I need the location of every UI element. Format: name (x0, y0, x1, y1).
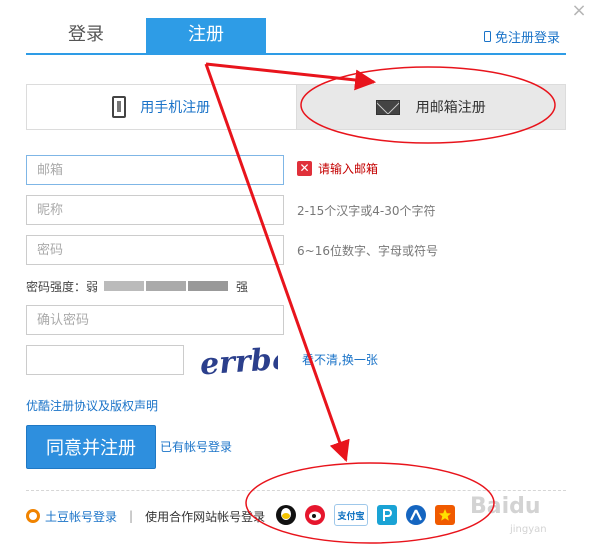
tab-register[interactable]: 注册 (146, 18, 266, 54)
agreement-link[interactable]: 优酷注册协议及版权声明 (26, 397, 158, 414)
tudou-login-link[interactable]: 土豆帐号登录 (45, 508, 117, 525)
close-icon[interactable]: × (570, 2, 588, 20)
captcha-image[interactable]: errbq (196, 340, 278, 384)
tab-underline (26, 53, 566, 55)
captcha-input[interactable] (26, 345, 184, 375)
register-method-tabs: 用手机注册 用邮箱注册 (26, 84, 566, 130)
error-x-icon: ✕ (297, 161, 312, 176)
tab-login[interactable]: 登录 (26, 18, 146, 54)
password-strength-label: 密码强度：弱 (26, 280, 99, 294)
baidu-watermark: Baidu (470, 494, 541, 519)
email-error: ✕ 请输入邮箱 (297, 160, 378, 177)
footer-divider (26, 490, 566, 491)
footer-separator: | (129, 509, 134, 523)
qq-icon[interactable] (276, 505, 296, 525)
star-icon[interactable] (435, 505, 455, 525)
pptv-icon[interactable] (377, 505, 397, 525)
weibo-icon[interactable] (305, 505, 325, 525)
method-email-label: 用邮箱注册 (415, 100, 486, 116)
captcha-text: errbq (199, 341, 278, 382)
password-hint: 6~16位数字、字母或符号 (297, 244, 438, 258)
email-input[interactable] (26, 155, 284, 185)
envelope-icon (375, 99, 400, 115)
mobile-phone-icon (112, 96, 127, 118)
nickname-hint: 2-15个汉字或4-30个字符 (297, 204, 436, 218)
has-account-login-link[interactable]: 已有帐号登录 (160, 438, 232, 455)
password-input[interactable] (26, 235, 284, 265)
email-error-text: 请输入邮箱 (318, 162, 379, 176)
footer-login-options: 土豆帐号登录 | 使用合作网站帐号登录 (26, 507, 265, 525)
baidu-watermark-sub: jingyan (510, 524, 547, 535)
tudou-icon (26, 509, 40, 523)
confirm-password-input[interactable] (26, 305, 284, 335)
partner-icons: 支付宝 (276, 504, 455, 526)
captcha-refresh-link[interactable]: 看不清,换一张 (302, 351, 378, 368)
annotation-arrow-email (205, 62, 377, 91)
method-phone-label: 用手机注册 (140, 100, 211, 116)
method-email-tab[interactable]: 用邮箱注册 (295, 85, 565, 129)
phone-icon (484, 31, 491, 42)
alipay-icon[interactable]: 支付宝 (334, 504, 368, 526)
free-register-label: 免注册登录 (495, 31, 561, 46)
strength-segment-weak (104, 281, 144, 291)
method-phone-tab[interactable]: 用手机注册 (27, 85, 296, 129)
renren-icon[interactable] (406, 505, 426, 525)
strength-segment-medium (146, 281, 186, 291)
nickname-input[interactable] (26, 195, 284, 225)
password-strength-meter (104, 281, 228, 291)
annotation-ellipse-partners (245, 462, 495, 544)
password-strength-strong-label: 强 (236, 280, 249, 294)
strength-segment-strong (188, 281, 228, 291)
partner-login-text: 使用合作网站帐号登录 (145, 509, 266, 524)
agree-register-button[interactable]: 同意并注册 (26, 425, 156, 469)
free-register-link[interactable]: 免注册登录 (484, 27, 560, 46)
